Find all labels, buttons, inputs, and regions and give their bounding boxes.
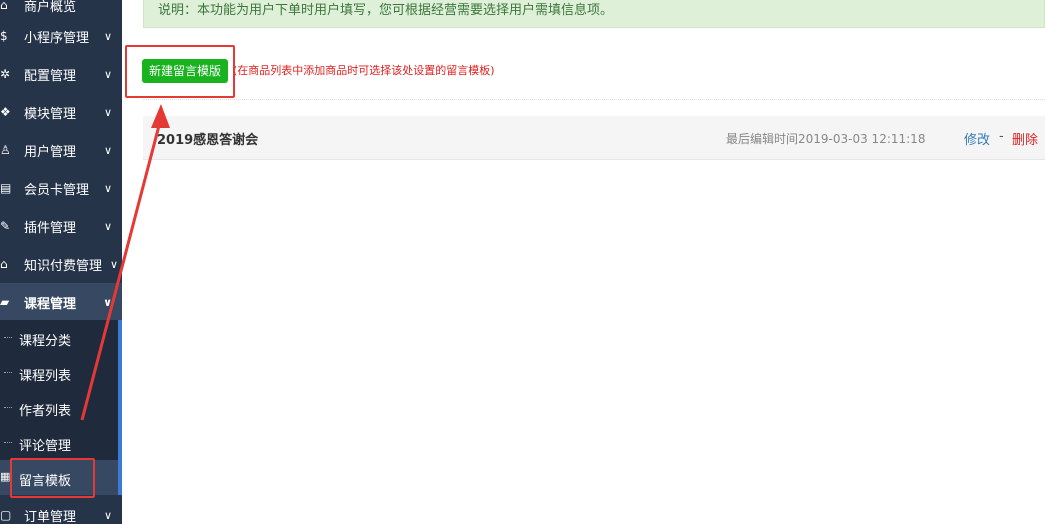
sidebar-subitem-course-category[interactable]: 课程分类 <box>0 320 118 355</box>
chevron-down-icon: ∨ <box>103 29 112 43</box>
sidebar-item-knowledge-paid[interactable]: ⌂ 知识付费管理 ∨ <box>0 245 122 283</box>
card-icon: ▤ <box>0 181 12 195</box>
plug-icon: ✎ <box>0 219 11 233</box>
annotation-box-button <box>125 45 235 98</box>
sidebar-item-membership-card[interactable]: ▤ 会员卡管理 ∨ <box>0 169 122 207</box>
annotation-box-sidebar <box>10 458 95 498</box>
chevron-down-icon: ∨ <box>103 181 112 195</box>
sidebar-item-miniprogram[interactable]: $ 小程序管理 ∨ <box>0 17 122 55</box>
home-icon: ⌂ <box>0 0 8 12</box>
last-edited-time: 最后编辑时间2019-03-03 12:11:18 <box>726 132 926 146</box>
home-icon: ⌂ <box>0 257 8 271</box>
tree-dash <box>4 442 12 443</box>
submenu-active-rail <box>118 320 122 495</box>
sidebar-item-config[interactable]: ✲ 配置管理 ∨ <box>0 55 122 93</box>
tree-dash <box>4 407 12 408</box>
hint-text: (在商品列表中添加商品时可选择该处设置的留言模板) <box>233 64 495 77</box>
template-name: 2019感恩答谢会 <box>157 133 259 148</box>
sidebar-item-plugins[interactable]: ✎ 插件管理 ∨ <box>0 207 122 245</box>
dollar-icon: $ <box>0 29 8 43</box>
sidebar-item-courses[interactable]: ▰ 课程管理 ∨ <box>0 283 122 321</box>
cubes-icon: ❖ <box>0 105 11 119</box>
chevron-down-icon: ∨ <box>103 295 112 309</box>
grid-icon: ▦ <box>0 470 11 483</box>
sidebar: ⌂ 商户概览 $ 小程序管理 ∨ ✲ 配置管理 ∨ ❖ 模块管理 ∨ ♙ 用户管… <box>0 0 122 524</box>
sidebar-subitem-comments[interactable]: 评论管理 <box>0 425 118 460</box>
chevron-down-icon: ∨ <box>103 105 112 119</box>
sidebar-item-users[interactable]: ♙ 用户管理 ∨ <box>0 131 122 169</box>
delete-link[interactable]: 删除 <box>1012 129 1038 148</box>
chevron-down-icon: ∨ <box>103 143 112 157</box>
cog-icon: ✲ <box>0 67 11 81</box>
chevron-down-icon: ∨ <box>103 508 112 522</box>
link-separator: - <box>999 129 1004 144</box>
info-notice: 说明：本功能为用户下单时用户填写，您可根据经营需要选择用户需填信息项。 <box>143 0 1045 28</box>
edit-link[interactable]: 修改 <box>964 129 990 148</box>
sidebar-subitem-course-list[interactable]: 课程列表 <box>0 355 118 390</box>
sidebar-item-modules[interactable]: ❖ 模块管理 ∨ <box>0 93 122 131</box>
cart-icon: ▰ <box>0 295 10 309</box>
divider <box>143 99 1045 100</box>
chevron-down-icon: ∨ <box>109 257 118 271</box>
notice-text: 说明：本功能为用户下单时用户填写，您可根据经营需要选择用户需填信息项。 <box>158 3 614 18</box>
chevron-down-icon: ∨ <box>103 67 112 81</box>
tree-dash <box>4 372 12 373</box>
chevron-down-icon: ∨ <box>103 219 112 233</box>
sidebar-item-orders[interactable]: ▢ 订单管理 ∨ <box>0 496 122 524</box>
user-icon: ♙ <box>0 143 11 157</box>
sidebar-subitem-author-list[interactable]: 作者列表 <box>0 390 118 425</box>
tree-dash <box>4 337 12 338</box>
table-row: 2019感恩答谢会 最后编辑时间2019-03-03 12:11:18 修改 -… <box>143 116 1045 160</box>
tag-icon: ▢ <box>0 508 12 522</box>
